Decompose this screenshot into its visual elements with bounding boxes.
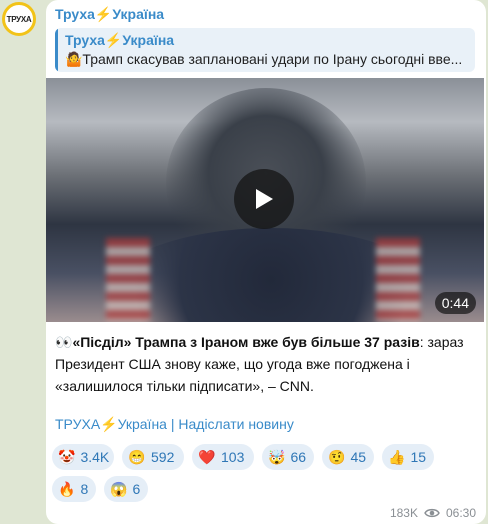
eyes-icon: 👀 [55, 334, 73, 350]
video-player[interactable]: 0:44 [46, 78, 484, 322]
post-text: 👀«Пісділ» Трампа з Іраном вже був більше… [55, 331, 477, 397]
reply-preview[interactable]: Труха⚡Україна 🤷Трамп скасував запланован… [55, 28, 475, 72]
reply-accent-bar [55, 28, 58, 72]
channel-avatar[interactable]: ТРУХА [2, 2, 36, 36]
reaction-chip[interactable]: 🤨 45 [322, 444, 374, 470]
reaction-count: 592 [151, 449, 175, 465]
channel-name[interactable]: Труха⚡Україна [55, 6, 164, 23]
reaction-chip[interactable]: 🔥 8 [52, 476, 96, 502]
scream-icon: 😱 [110, 480, 128, 497]
reaction-count: 3.4K [80, 449, 110, 465]
reaction-count: 8 [80, 481, 89, 497]
message-meta: 183K 06:30 [390, 506, 476, 520]
message-time: 06:30 [445, 506, 476, 520]
message-bubble: Труха⚡Україна Труха⚡Україна 🤷Трамп скасу… [46, 0, 486, 524]
footer-link-suffix: Україна | Надіслати новину [117, 416, 294, 432]
play-button[interactable] [234, 169, 294, 229]
reaction-chip[interactable]: 🤯 66 [262, 444, 314, 470]
eye-icon [424, 507, 440, 519]
fire-icon: 🔥 [58, 480, 76, 497]
reply-title: Труха⚡Україна [65, 32, 174, 49]
channel-name-suffix: Україна [112, 6, 165, 22]
reaction-count: 66 [290, 449, 307, 465]
play-icon [256, 189, 273, 209]
post-bold-text: «Пісділ» Трампа з Іраном вже був більше … [72, 334, 420, 350]
raised-eyebrow-icon: 🤨 [328, 448, 346, 465]
video-thumbnail-flag [376, 238, 420, 322]
reaction-count: 45 [350, 449, 367, 465]
view-count: 183K [389, 506, 418, 520]
reaction-chip[interactable]: 🤡 3.4K [52, 444, 114, 470]
video-duration: 0:44 [434, 292, 476, 314]
bolt-icon: ⚡ [94, 6, 113, 22]
bolt-icon: ⚡ [100, 416, 118, 432]
footer-link[interactable]: ТРУХА⚡Україна | Надіслати новину [55, 416, 294, 433]
reply-title-prefix: Труха [65, 32, 105, 48]
grin-icon: 😁 [128, 448, 146, 465]
reply-title-suffix: Україна [122, 32, 175, 48]
mind-blown-icon: 🤯 [268, 448, 286, 465]
video-thumbnail-flag [106, 238, 150, 322]
avatar-text: ТРУХА [6, 14, 32, 24]
reaction-count: 6 [132, 481, 141, 497]
reply-text: 🤷Трамп скасував заплановані удари по Іра… [65, 51, 463, 67]
channel-name-prefix: Труха [55, 6, 95, 22]
reaction-count: 15 [410, 449, 427, 465]
reaction-chip[interactable]: 😱 6 [104, 476, 148, 502]
heart-icon: ❤️ [198, 448, 216, 465]
bolt-icon: ⚡ [104, 32, 123, 48]
reaction-chip[interactable]: ❤️ 103 [192, 444, 254, 470]
reaction-chip[interactable]: 👍 15 [382, 444, 434, 470]
clown-icon: 🤡 [58, 448, 76, 465]
reaction-count: 103 [221, 449, 245, 465]
footer-link-prefix: ТРУХА [55, 416, 101, 432]
reaction-chip[interactable]: 😁 592 [122, 444, 184, 470]
thumbs-up-icon: 👍 [388, 448, 406, 465]
